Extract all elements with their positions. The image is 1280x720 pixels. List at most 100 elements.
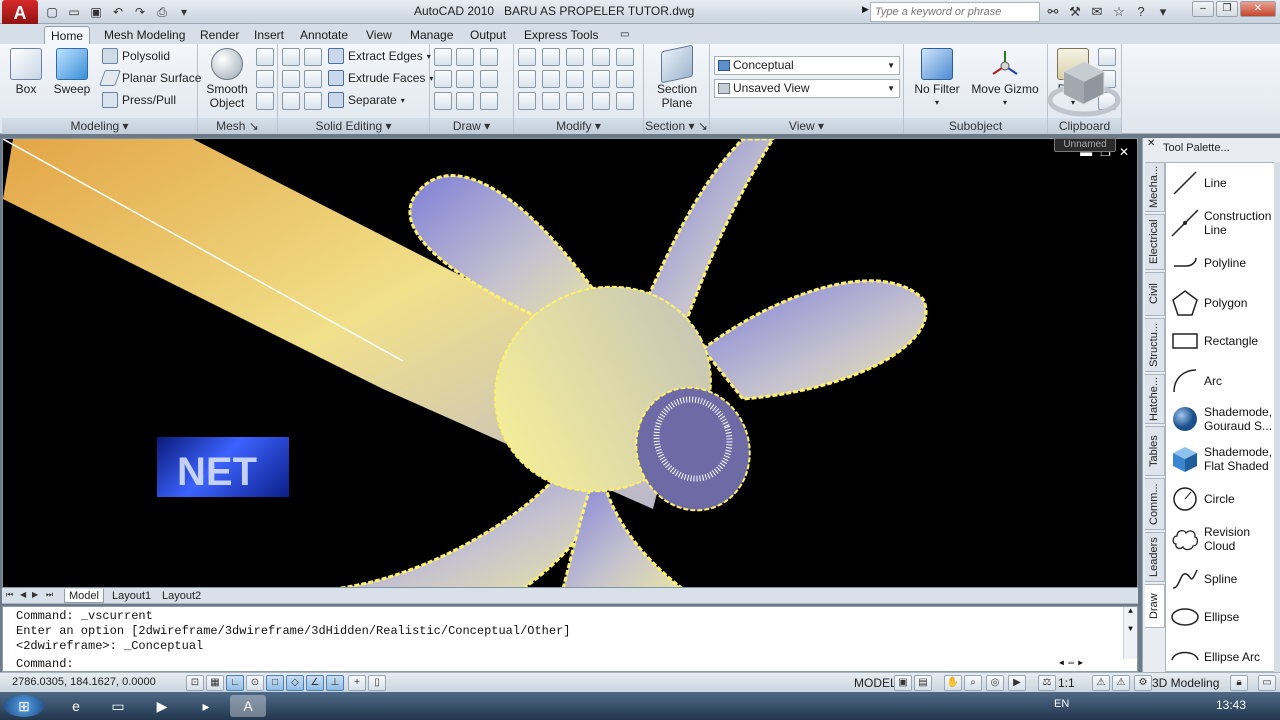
- drawing-viewport[interactable]: ▬ ❐ ✕ NET: [2, 138, 1138, 588]
- tab-model[interactable]: Model: [64, 589, 104, 603]
- palette-item-ellipse-arc[interactable]: Ellipse Arc: [1170, 639, 1274, 671]
- modeling-panel-title[interactable]: Modeling ▾: [2, 118, 197, 134]
- box-button[interactable]: Box: [8, 48, 44, 96]
- intersect-icon[interactable]: [282, 92, 300, 110]
- model-space-toggle[interactable]: MODEL: [854, 676, 897, 690]
- tab-mesh-modeling[interactable]: Mesh Modeling: [98, 26, 191, 44]
- auto-scale-icon[interactable]: ⚠: [1112, 675, 1130, 691]
- tab-insert[interactable]: Insert: [248, 26, 290, 44]
- media-player-icon[interactable]: ▶: [144, 695, 180, 717]
- first-layout-icon[interactable]: ⏮: [6, 590, 16, 600]
- tab-layout2[interactable]: Layout2: [158, 589, 205, 603]
- steering-wheel-icon[interactable]: ◎: [986, 675, 1004, 691]
- ellipse-icon[interactable]: [480, 92, 498, 110]
- annotation-scale-value[interactable]: 1:1: [1058, 676, 1075, 690]
- clean-screen-icon[interactable]: ▭: [1258, 675, 1276, 691]
- lwt-icon[interactable]: ▯: [368, 675, 386, 691]
- move-icon[interactable]: [542, 48, 560, 66]
- tab-express-tools[interactable]: Express Tools: [518, 26, 604, 44]
- mesh-panel-title[interactable]: Mesh ↘: [198, 118, 277, 134]
- workspace-icon[interactable]: ⚙: [1134, 675, 1152, 691]
- mesh-tool-1-icon[interactable]: [256, 48, 274, 66]
- solid-editing-panel-title[interactable]: Solid Editing ▾: [278, 118, 429, 134]
- tab-annotate[interactable]: Annotate: [294, 26, 354, 44]
- qat-dropdown-icon[interactable]: ▾: [174, 3, 194, 21]
- viewcube-icon[interactable]: [1046, 52, 1122, 122]
- ducs-icon[interactable]: ⊥: [326, 675, 344, 691]
- palette-item-revision-cloud[interactable]: Revision Cloud: [1170, 521, 1274, 557]
- help-dropdown-icon[interactable]: ▾: [1154, 2, 1172, 22]
- smooth-object-button[interactable]: Smooth Object: [204, 48, 250, 110]
- viewport-close-icon[interactable]: ✕: [1119, 145, 1129, 159]
- palette-tab-tables[interactable]: Tables: [1145, 426, 1165, 476]
- palette-title[interactable]: Tool Palette...: [1163, 142, 1230, 154]
- slice-icon[interactable]: [304, 48, 322, 66]
- new-file-icon[interactable]: ▢: [42, 3, 62, 21]
- command-prompt[interactable]: Command:: [16, 657, 74, 671]
- quick-view-icon[interactable]: ▤: [914, 675, 932, 691]
- scale-icon[interactable]: [592, 70, 610, 88]
- mesh-tool-2-icon[interactable]: [256, 70, 274, 88]
- fillet-icon[interactable]: [518, 48, 536, 66]
- separate-button[interactable]: Separate ▾: [328, 92, 405, 108]
- last-layout-icon[interactable]: ⏭: [46, 590, 56, 600]
- tab-manage[interactable]: Manage: [404, 26, 459, 44]
- command-window[interactable]: Command: _vscurrent Enter an option [2dw…: [2, 606, 1138, 672]
- palette-tab-mecha[interactable]: Mecha...: [1145, 162, 1165, 212]
- palette-item-shademode-flat[interactable]: Shademode, Flat Shaded: [1170, 441, 1274, 477]
- dyn-icon[interactable]: +: [348, 675, 366, 691]
- draw-panel-title[interactable]: Draw ▾: [430, 118, 513, 134]
- subscription-icon[interactable]: ⚒: [1066, 2, 1084, 22]
- file-explorer-icon[interactable]: ▭: [100, 695, 136, 717]
- offset-icon[interactable]: [566, 92, 584, 110]
- thicken-icon[interactable]: [304, 92, 322, 110]
- mirror-icon[interactable]: [518, 70, 536, 88]
- tab-view[interactable]: View: [360, 26, 398, 44]
- extract-edges-button[interactable]: Extract Edges ▾: [328, 48, 431, 64]
- subobject-panel-title[interactable]: Subobject: [904, 118, 1047, 134]
- palette-item-shademode-gouraud[interactable]: Shademode, Gouraud S...: [1170, 401, 1274, 437]
- hatch-icon[interactable]: [616, 92, 634, 110]
- lock-icon[interactable]: 🔒︎: [1230, 675, 1248, 691]
- tab-output[interactable]: Output: [464, 26, 512, 44]
- press-pull-button[interactable]: Press/Pull: [102, 92, 176, 108]
- palette-tab-draw[interactable]: Draw: [1145, 584, 1165, 628]
- start-button-icon[interactable]: ⊞: [4, 695, 44, 717]
- next-layout-icon[interactable]: ▶: [32, 590, 42, 599]
- move-gizmo-button[interactable]: Move Gizmo ▾: [970, 48, 1040, 110]
- communication-icon[interactable]: ✉: [1088, 2, 1106, 22]
- palette-item-circle[interactable]: Circle: [1170, 481, 1274, 517]
- palette-tab-commands[interactable]: Comm...: [1145, 478, 1165, 530]
- favorites-icon[interactable]: ☆: [1110, 2, 1128, 22]
- pan-icon[interactable]: ✋: [944, 675, 962, 691]
- palette-item-rectangle[interactable]: Rectangle: [1170, 323, 1274, 359]
- palette-item-ellipse[interactable]: Ellipse: [1170, 599, 1274, 635]
- spline-icon[interactable]: [456, 48, 474, 66]
- polyline-icon[interactable]: [434, 48, 452, 66]
- showmotion-icon[interactable]: ▶: [1008, 675, 1026, 691]
- line-icon[interactable]: [434, 70, 452, 88]
- circle-icon[interactable]: [480, 70, 498, 88]
- ribbon-minimize-icon[interactable]: ▭: [614, 26, 635, 44]
- mesh-tool-3-icon[interactable]: [256, 92, 274, 110]
- clock[interactable]: 13:43: [1216, 698, 1246, 712]
- union-icon[interactable]: [282, 48, 300, 66]
- binoculars-icon[interactable]: ⚯: [1044, 2, 1062, 22]
- language-indicator[interactable]: EN: [1054, 698, 1069, 710]
- app-icon[interactable]: ▸: [188, 695, 224, 717]
- arc-icon[interactable]: [480, 48, 498, 66]
- interfere-icon[interactable]: [304, 70, 322, 88]
- line-2-icon[interactable]: [456, 70, 474, 88]
- snap-icon[interactable]: ⊡: [186, 675, 204, 691]
- grid-icon[interactable]: ▦: [206, 675, 224, 691]
- palette-item-arc[interactable]: Arc: [1170, 363, 1274, 399]
- 3d-move-icon[interactable]: [566, 48, 584, 66]
- 3d-osnap-icon[interactable]: ◇: [286, 675, 304, 691]
- palette-tab-hatches[interactable]: Hatche...: [1145, 374, 1165, 424]
- palette-tab-electrical[interactable]: Electrical: [1145, 214, 1165, 270]
- extrude-faces-button[interactable]: Extrude Faces ▾: [328, 70, 433, 86]
- palette-item-spline[interactable]: Spline: [1170, 561, 1274, 597]
- palette-item-polyline[interactable]: Polyline: [1170, 245, 1274, 281]
- autocad-taskbar-icon[interactable]: A: [230, 695, 266, 717]
- subtract-icon[interactable]: [282, 70, 300, 88]
